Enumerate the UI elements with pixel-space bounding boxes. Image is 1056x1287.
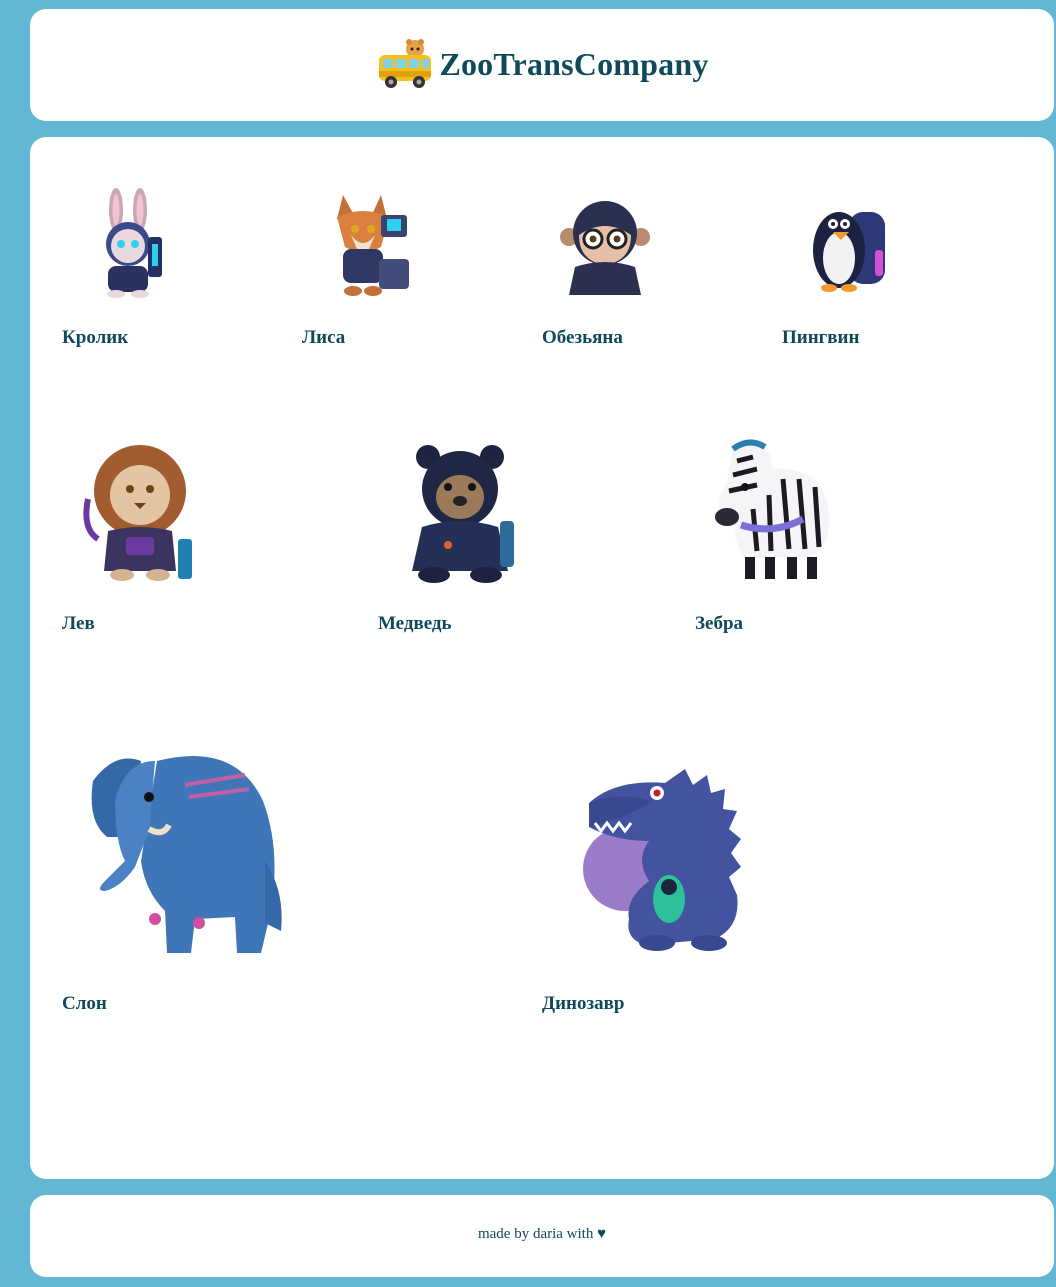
- footer-credit: made by daria with ♥: [477, 1226, 607, 1242]
- animal-card-rabbit[interactable]: [78, 182, 178, 302]
- header: ZooTransCompany: [30, 9, 1054, 121]
- animal-name[interactable]: Обезьяна: [542, 327, 623, 349]
- bus-with-animal-icon: [379, 39, 432, 88]
- animal-card-lion[interactable]: [78, 439, 203, 584]
- animal-name[interactable]: Пингвин: [782, 327, 859, 349]
- rabbit-robot-icon: [106, 188, 162, 298]
- animal-name[interactable]: Лиса: [302, 327, 345, 349]
- animal-name[interactable]: Медведь: [378, 613, 452, 635]
- animal-card-zebra[interactable]: [713, 439, 838, 584]
- elephant-robot-icon: [91, 756, 282, 953]
- animal-card-fox[interactable]: [315, 187, 415, 302]
- animals-panel: Кролик Лиса Обезьяна Пингвин Лев Медведь…: [30, 137, 1054, 1179]
- brand[interactable]: ZooTransCompany: [30, 37, 1054, 91]
- animal-card-monkey[interactable]: [555, 195, 655, 300]
- site-title: ZooTransCompany: [439, 45, 709, 82]
- animal-card-bear[interactable]: [400, 439, 520, 584]
- zebra-robot-icon: [715, 439, 829, 579]
- animal-name[interactable]: Слон: [62, 993, 107, 1015]
- animal-card-elephant[interactable]: [85, 741, 285, 956]
- animal-name[interactable]: Кролик: [62, 327, 128, 349]
- animal-name[interactable]: Зебра: [695, 613, 743, 635]
- penguin-robot-icon: [813, 212, 885, 292]
- bear-robot-icon: [412, 445, 514, 583]
- animal-card-dinosaur[interactable]: [565, 749, 765, 954]
- fox-robot-icon: [337, 195, 409, 296]
- dinosaur-robot-icon: [583, 769, 741, 951]
- lion-robot-icon: [83, 445, 192, 581]
- animal-name[interactable]: Динозавр: [542, 993, 624, 1015]
- animal-card-penguin[interactable]: [795, 192, 895, 297]
- monkey-robot-icon: [560, 201, 650, 295]
- footer: made by daria with ♥: [30, 1195, 1054, 1277]
- animal-name[interactable]: Лев: [62, 613, 95, 635]
